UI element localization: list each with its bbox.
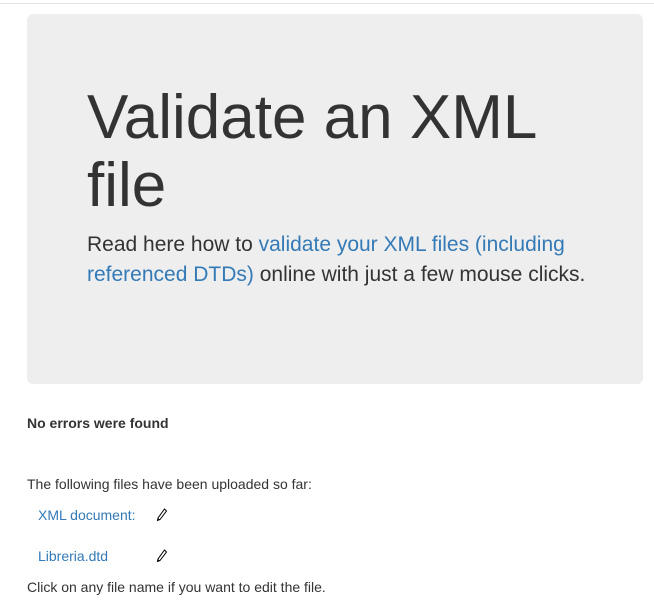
pencil-icon[interactable] xyxy=(156,549,168,563)
file-row-xml-document: XML document: xyxy=(38,505,168,525)
lead-text-after: online with just a few mouse clicks. xyxy=(253,263,586,286)
file-row-libreria-dtd: Libreria.dtd xyxy=(38,546,168,566)
top-divider xyxy=(0,3,654,4)
jumbotron-panel: Validate an XML file Read here how to va… xyxy=(27,14,643,384)
pencil-icon[interactable] xyxy=(156,508,168,522)
uploaded-files-intro: The following files have been uploaded s… xyxy=(27,476,312,492)
lead-text-before: Read here how to xyxy=(87,233,259,256)
file-link-xml-document[interactable]: XML document: xyxy=(38,507,156,523)
validation-status: No errors were found xyxy=(27,415,169,431)
file-link-libreria-dtd[interactable]: Libreria.dtd xyxy=(38,548,156,564)
jumbotron-lead: Read here how to validate your XML files… xyxy=(87,230,587,290)
page-title: Validate an XML file xyxy=(87,83,536,220)
edit-hint: Click on any file name if you want to ed… xyxy=(27,579,326,595)
